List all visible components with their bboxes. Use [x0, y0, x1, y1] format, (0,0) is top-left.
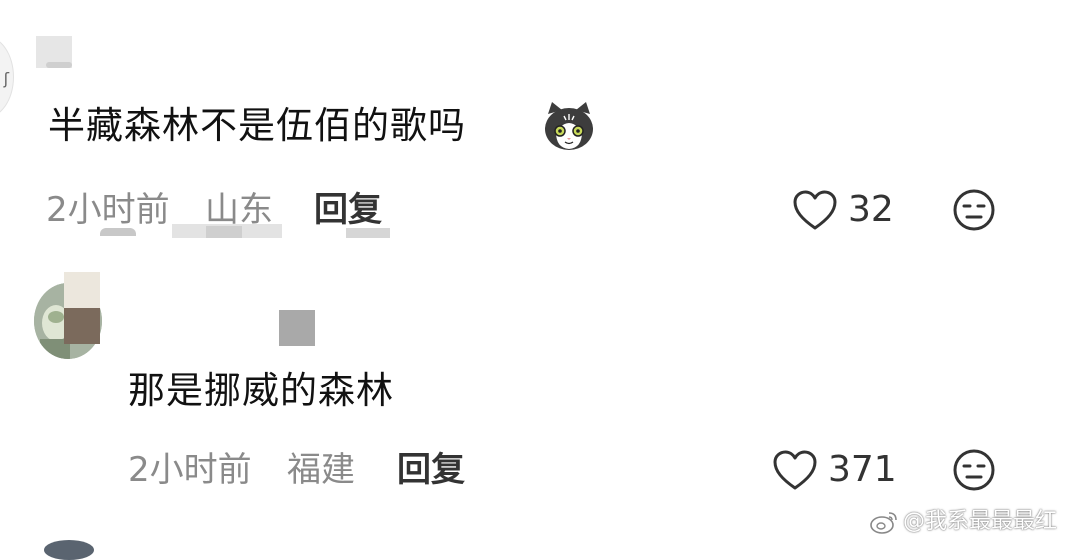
reply-button[interactable]: 回复 [314, 188, 382, 232]
commenter-name-redacted[interactable] [279, 310, 315, 346]
redacted-mark [206, 226, 242, 238]
watermark: @我系最最最红 [869, 507, 1057, 537]
redacted-mark [64, 272, 100, 308]
neutral-face-icon[interactable] [952, 448, 996, 492]
neutral-face-icon[interactable] [952, 188, 996, 232]
cat-emoji-icon [545, 102, 593, 150]
comment-text: 那是挪威的森林 [128, 369, 394, 412]
weibo-logo-icon [870, 512, 897, 534]
heart-outline-icon [793, 190, 837, 230]
redacted-mark [100, 228, 136, 236]
commenter-name-redacted-detail [46, 62, 72, 68]
comment-text: 半藏森林不是伍佰的歌吗 [48, 104, 466, 147]
next-commenter-avatar[interactable] [44, 540, 94, 560]
comment-location: 福建 [287, 450, 355, 490]
like-count: 371 [828, 449, 897, 490]
redacted-mark [64, 308, 100, 344]
watermark-text: @我系最最最红 [902, 509, 1057, 534]
like-button[interactable]: 32 [792, 188, 894, 232]
like-count: 32 [848, 189, 894, 230]
commenter-avatar[interactable]: ʃ [0, 36, 14, 118]
comment-time: 2小时前 [128, 450, 252, 490]
comment-time: 2小时前 [46, 190, 170, 230]
like-button[interactable]: 371 [772, 448, 897, 492]
redacted-mark [346, 228, 390, 238]
heart-outline-icon [773, 450, 817, 490]
avatar-scribble: ʃ [3, 69, 9, 88]
reply-button[interactable]: 回复 [397, 448, 465, 492]
